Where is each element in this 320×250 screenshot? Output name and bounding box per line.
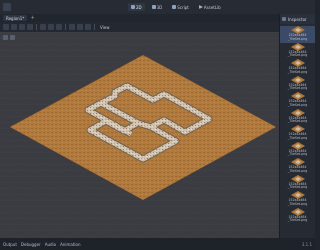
add-tab-icon[interactable]: +: [30, 15, 35, 21]
3d-icon: [151, 5, 156, 9]
version-label: 3.1.1: [301, 242, 312, 247]
asset-name: 152x4x464 _TileSet.png: [287, 132, 308, 140]
asset-item[interactable]: 152x4x464 _TileSet.png: [280, 174, 315, 192]
workspace-label: Script: [177, 4, 189, 10]
asset-name: 152x4x464 _TileSet.png: [287, 33, 308, 41]
lock-icon[interactable]: [69, 24, 75, 30]
zoom-out-icon[interactable]: [3, 35, 8, 40]
scene-tab-label: Region1*: [6, 15, 25, 21]
asset-name: 152x4x464 _TileSet.png: [287, 49, 308, 58]
bottom-tab-output[interactable]: Output: [3, 242, 17, 247]
top-menu-bar: 2D 3D Script AssetLib: [0, 0, 315, 14]
asset-item[interactable]: 152x4x464 _TileSet.png: [280, 59, 315, 76]
asset-name: 152x4x464 _TileSet.png: [287, 214, 308, 223]
asset-name: 152x4x464 _TileSet.png: [287, 82, 308, 91]
workspace-switcher: 2D 3D Script AssetLib: [128, 3, 224, 11]
asset-name: 152x4x464 _TileSet.png: [287, 148, 308, 157]
asset-item[interactable]: 152x4x464 _TileSet.png: [280, 125, 315, 142]
ruler-tool-icon[interactable]: [56, 24, 62, 30]
list-tool-icon[interactable]: [40, 24, 46, 30]
bottom-tab-debugger[interactable]: Debugger: [21, 242, 41, 247]
asset-item[interactable]: 152x4x464 _TileSet.png: [280, 108, 315, 126]
scale-tool-icon[interactable]: [27, 24, 33, 30]
toolbar-divider: [36, 24, 37, 30]
move-tool-icon[interactable]: [11, 24, 17, 30]
viewport-toolbar: View: [0, 22, 279, 32]
workspace-label: AssetLib: [203, 4, 221, 10]
scene-tab[interactable]: Region1*: [3, 15, 28, 21]
view-menu[interactable]: View: [98, 24, 112, 30]
asset-name: 152x4x464 _TileSet.png: [287, 165, 308, 173]
bone-icon[interactable]: [85, 24, 91, 30]
toolbar-divider: [94, 24, 95, 30]
script-icon: [172, 5, 177, 9]
canvas-viewport[interactable]: [0, 32, 279, 238]
select-tool-icon[interactable]: [3, 24, 9, 30]
rotate-tool-icon[interactable]: [19, 24, 25, 30]
asset-item[interactable]: 152x4x464 _TileSet.png: [280, 42, 315, 60]
asset-name: 152x4x464 _TileSet.png: [287, 99, 308, 107]
workspace-3d-button[interactable]: 3D: [149, 3, 166, 11]
asset-name: 152x4x464 _TileSet.png: [287, 66, 308, 74]
workspace-label: 2D: [136, 4, 142, 10]
dock-icon: [282, 17, 286, 21]
zoom-controls: [3, 35, 15, 40]
asset-list: 152x4x464 _TileSet.png 152x4x464 _TileSet…: [280, 24, 315, 224]
asset-item[interactable]: 152x4x464 _TileSet.png: [280, 158, 315, 175]
workspace-script-button[interactable]: Script: [169, 3, 192, 11]
asset-item[interactable]: 152x4x464 _TileSet.png: [280, 75, 315, 93]
2d-icon: [131, 5, 135, 9]
pan-tool-icon[interactable]: [48, 24, 54, 30]
bottom-tab-audio[interactable]: Audio: [45, 242, 56, 247]
scene-tab-bar: Region1* +: [0, 14, 279, 22]
workspace-2d-button[interactable]: 2D: [128, 3, 145, 11]
asset-name: 152x4x464 _TileSet.png: [287, 115, 308, 124]
dock-title: Inspector: [288, 16, 307, 22]
asset-item[interactable]: 152x4x464 _TileSet.png: [280, 191, 315, 208]
isometric-tilemap: [0, 32, 279, 238]
dock-header: Inspector: [280, 14, 315, 24]
menu-icon[interactable]: [3, 3, 11, 11]
workspace-label: 3D: [156, 4, 163, 10]
group-icon[interactable]: [77, 24, 83, 30]
bottom-panel-tabs: Output Debugger Audio Animation 3.1.1: [0, 238, 315, 250]
asset-name: 152x4x464 _TileSet.png: [287, 198, 308, 206]
filesystem-dock: Inspector 152x4x464 _TileSet.png 152x4x46…: [279, 14, 315, 238]
toolbar-divider: [65, 24, 66, 30]
assetlib-icon: [198, 5, 203, 9]
asset-item[interactable]: 152x4x464 _TileSet.png: [280, 92, 315, 109]
zoom-in-icon[interactable]: [10, 35, 15, 40]
bottom-tab-animation[interactable]: Animation: [60, 242, 80, 247]
asset-item[interactable]: 152x4x464 _TileSet.png: [280, 141, 315, 159]
workspace-assetlib-button[interactable]: AssetLib: [196, 3, 224, 11]
asset-item[interactable]: 152x4x464 _TileSet.png: [280, 207, 315, 225]
asset-name: 152x4x464 _TileSet.png: [287, 181, 308, 190]
asset-item[interactable]: 152x4x464 _TileSet.png: [280, 26, 315, 43]
